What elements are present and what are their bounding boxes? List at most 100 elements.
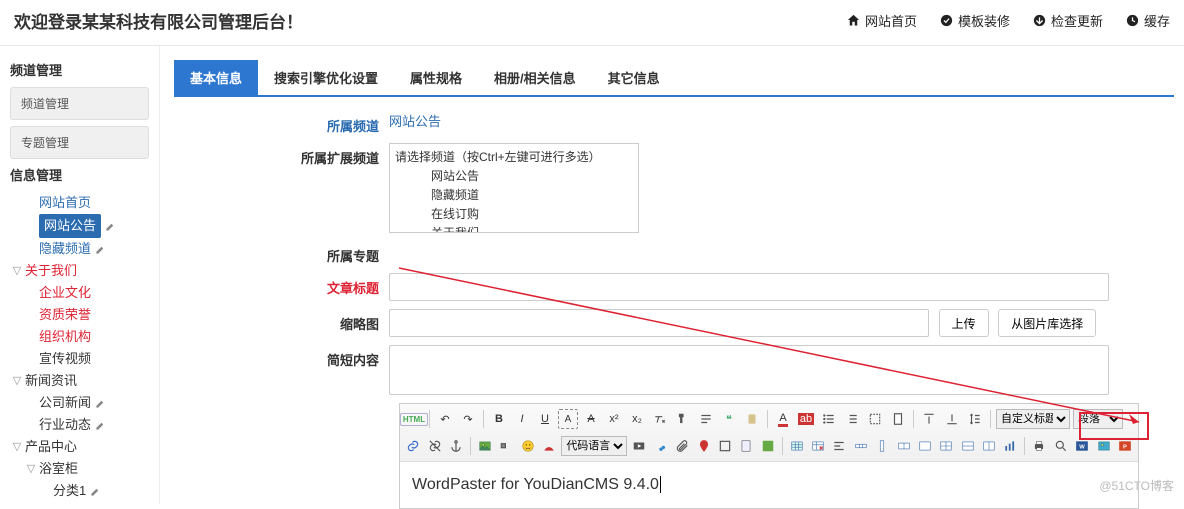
formatmatch-icon[interactable] — [673, 409, 693, 429]
template-link[interactable]: 模板装修 — [939, 11, 1010, 30]
sidebar-item-org[interactable]: 组织机构 — [10, 326, 149, 348]
subscript-icon[interactable]: x₂ — [627, 409, 647, 429]
rowspacingtop-icon[interactable] — [919, 409, 939, 429]
image-icon[interactable] — [476, 436, 494, 456]
mergecells-icon[interactable] — [916, 436, 934, 456]
update-link[interactable]: 检查更新 — [1032, 11, 1103, 30]
page-title: 欢迎登录某某科技有限公司管理后台！ — [14, 8, 303, 33]
removeformat-icon[interactable] — [650, 409, 670, 429]
emotion-icon[interactable] — [519, 436, 537, 456]
sidebar-item-cat1[interactable]: 分类1 — [10, 480, 149, 502]
upload-button[interactable]: 上传 — [939, 309, 989, 337]
imagenone-icon[interactable] — [497, 436, 515, 456]
ext-channel-label: 所属扩展频道 — [174, 143, 389, 167]
sidebar-item-bath[interactable]: ▽浴室柜 — [10, 458, 149, 480]
home-icon — [846, 13, 861, 28]
editor-content[interactable]: WordPaster for YouDianCMS 9.4.0 — [400, 462, 1138, 508]
print-icon[interactable] — [1030, 436, 1048, 456]
cache-link[interactable]: 缓存 — [1125, 11, 1170, 30]
undo-icon[interactable]: ↶ — [435, 409, 455, 429]
rowspacingbottom-icon[interactable] — [942, 409, 962, 429]
insertcol-icon[interactable] — [873, 436, 891, 456]
insertlist-icon[interactable] — [819, 409, 839, 429]
sidebar-item-hidden[interactable]: 隐藏频道 — [10, 238, 149, 260]
forecolor-icon[interactable]: A — [773, 409, 793, 429]
customstyle-select[interactable]: 自定义标题 — [996, 409, 1070, 429]
channel-mgmt-button[interactable]: 频道管理 — [10, 87, 149, 120]
fontborder-icon[interactable]: A — [558, 409, 578, 429]
tab-basic[interactable]: 基本信息 — [174, 60, 258, 95]
sidebar-item-culture[interactable]: 企业文化 — [10, 282, 149, 304]
list-item[interactable]: 隐藏频道 — [393, 185, 635, 204]
tab-seo[interactable]: 搜索引擎优化设置 — [258, 60, 394, 95]
home-link[interactable]: 网站首页 — [846, 11, 917, 30]
deletetable-icon[interactable] — [809, 436, 827, 456]
splitcols-icon[interactable] — [980, 436, 998, 456]
lineheight-icon[interactable] — [965, 409, 985, 429]
rich-editor: HTML ↶ ↷ B I U A A x² x₂ — [399, 403, 1139, 509]
tab-album[interactable]: 相册/相关信息 — [478, 60, 592, 95]
link-icon[interactable] — [404, 436, 422, 456]
topic-mgmt-button[interactable]: 专题管理 — [10, 126, 149, 159]
channel-value[interactable]: 网站公告 — [389, 114, 441, 129]
splitrows-icon[interactable] — [958, 436, 976, 456]
list-item[interactable]: 在线订购 — [393, 204, 635, 223]
source-icon[interactable]: HTML — [404, 409, 424, 429]
tab-other[interactable]: 其它信息 — [592, 60, 676, 95]
list-item[interactable]: 网站公告 — [393, 166, 635, 185]
redo-icon[interactable]: ↷ — [458, 409, 478, 429]
sidebar-item-company-news[interactable]: 公司新闻 — [10, 392, 149, 414]
selectall-icon[interactable] — [865, 409, 885, 429]
sidebar-item-announce[interactable]: 网站公告 — [10, 214, 149, 238]
title-label: 文章标题 — [174, 273, 389, 297]
insertframe-icon[interactable] — [716, 436, 734, 456]
anchor-icon[interactable] — [447, 436, 465, 456]
unlink-icon[interactable] — [425, 436, 443, 456]
italic-icon[interactable]: I — [512, 409, 532, 429]
ext-channel-select[interactable]: 请选择频道（按Ctrl+左键可进行多选） 网站公告 隐藏频道 在线订购 关于我们… — [389, 143, 639, 233]
background-icon[interactable] — [758, 436, 776, 456]
thumb-label: 缩略图 — [174, 309, 389, 333]
deleterow-icon[interactable] — [852, 436, 870, 456]
brief-label: 简短内容 — [174, 345, 389, 369]
list-item[interactable]: 请选择频道（按Ctrl+左键可进行多选） — [393, 147, 635, 166]
attachment-icon[interactable] — [673, 436, 691, 456]
bold-icon[interactable]: B — [489, 409, 509, 429]
strike-icon[interactable]: A — [581, 409, 601, 429]
music-icon[interactable] — [652, 436, 670, 456]
list-item[interactable]: 关于我们 — [393, 223, 635, 233]
video-icon[interactable] — [630, 436, 648, 456]
table-icon[interactable] — [788, 436, 806, 456]
brief-input[interactable] — [389, 345, 1109, 395]
scrawl-icon[interactable] — [540, 436, 558, 456]
thumb-input[interactable] — [389, 309, 929, 337]
sidebar-item-about[interactable]: ▽关于我们 — [10, 260, 149, 282]
tab-attr[interactable]: 属性规格 — [394, 60, 478, 95]
superscript-icon[interactable]: x² — [604, 409, 624, 429]
insertparagraph-icon[interactable] — [830, 436, 848, 456]
backcolor-icon[interactable]: ab — [796, 409, 816, 429]
preview-icon[interactable] — [1052, 436, 1070, 456]
map-icon[interactable] — [694, 436, 712, 456]
sidebar-item-news[interactable]: ▽新闻资讯 — [10, 370, 149, 392]
sidebar-item-industry[interactable]: 行业动态 — [10, 414, 149, 436]
cache-icon — [1125, 13, 1140, 28]
underline-icon[interactable]: U — [535, 409, 555, 429]
autotypeset-icon[interactable] — [696, 409, 716, 429]
template-icon[interactable] — [737, 436, 755, 456]
sidebar-item-honor[interactable]: 资质荣誉 — [10, 304, 149, 326]
orderlist-icon[interactable] — [842, 409, 862, 429]
title-input[interactable] — [389, 273, 1109, 301]
codelang-select[interactable]: 代码语言 — [561, 436, 627, 456]
cleardoc-icon[interactable] — [888, 409, 908, 429]
topbar: 欢迎登录某某科技有限公司管理后台！ 网站首页 模板装修 检查更新 缓存 — [0, 0, 1184, 46]
blockquote-icon[interactable]: ❝ — [719, 409, 739, 429]
sidebar-item-home[interactable]: 网站首页 — [10, 192, 149, 214]
pasteplain-icon[interactable] — [742, 409, 762, 429]
sidebar-item-video[interactable]: 宣传视频 — [10, 348, 149, 370]
chart-icon[interactable] — [1001, 436, 1019, 456]
mergeright-icon[interactable] — [894, 436, 912, 456]
gallery-button[interactable]: 从图片库选择 — [998, 309, 1096, 337]
sidebar-item-product[interactable]: ▽产品中心 — [10, 436, 149, 458]
splitcells-icon[interactable] — [937, 436, 955, 456]
